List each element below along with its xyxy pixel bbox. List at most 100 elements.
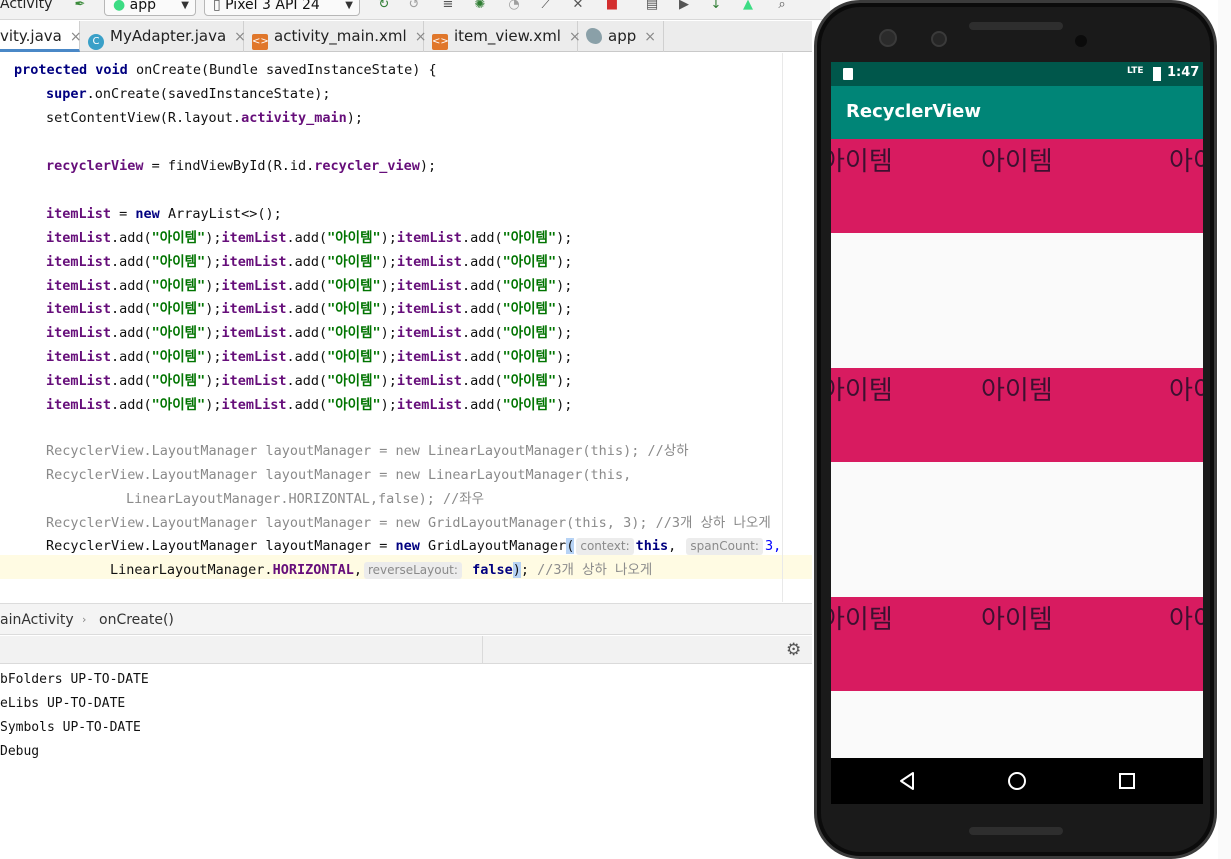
stop-icon[interactable]: ■ [604, 0, 620, 13]
battery-icon [1153, 67, 1161, 81]
coverage-icon[interactable]: ✕ [570, 0, 586, 13]
logcat-icon[interactable]: ≡ [440, 0, 456, 13]
code-line: setContentView(R.layout.activity_main); [46, 110, 364, 126]
tab-myadapter-java[interactable]: C MyAdapter.java × [80, 21, 246, 52]
code-line-itemlist-add: itemList.add("아이템");itemList.add("아이템");… [46, 253, 573, 270]
tab-app-gradle[interactable]: app × [578, 21, 664, 52]
home-icon[interactable] [1006, 770, 1028, 792]
code-line-commented: LinearLayoutManager.HORIZONTAL,false); /… [126, 491, 485, 507]
close-icon[interactable]: × [644, 29, 656, 45]
android-robot-icon[interactable]: ▲ [740, 0, 756, 13]
navigation-bar [831, 758, 1203, 804]
xml-layout-icon: <> [252, 34, 269, 50]
code-line-commented: RecyclerView.LayoutManager layoutManager… [46, 467, 632, 483]
param-hint-context: context: [576, 538, 634, 555]
status-bar: LTE 1:47 [831, 62, 1203, 86]
emulator-device-frame: LTE 1:47 RecyclerView 아이템아이템아이템아이템아이템아이템… [814, 0, 1217, 859]
attach-debugger-icon[interactable]: ⟋ [538, 0, 554, 13]
list-item[interactable]: 아이템 [831, 599, 893, 636]
earpiece-speaker [969, 22, 1063, 30]
list-item[interactable]: 아이템 [981, 370, 1053, 407]
sync-project-icon[interactable]: ▤ [644, 0, 660, 13]
list-item[interactable]: 아이템 [1169, 599, 1203, 636]
code-line: recyclerView = findViewById(R.id.recycle… [46, 158, 437, 174]
code-editor[interactable]: protected void onCreate(Bundle savedInst… [0, 53, 812, 602]
breadcrumb: ainActivity › onCreate() [0, 603, 812, 635]
grid-row: 아이템 아이템 아이템 [831, 368, 1203, 462]
apply-changes-icon[interactable]: ↻ [376, 0, 392, 13]
chevron-right-icon: › [82, 613, 87, 626]
sd-card-icon [843, 68, 853, 80]
code-line: itemList = new ArrayList<>(); [46, 206, 282, 222]
code-line-active: LinearLayoutManager.HORIZONTAL, reverseLa… [110, 562, 653, 579]
code-line: super.onCreate(savedInstanceState); [46, 86, 331, 102]
console-line: bFolders UP-TO-DATE [0, 672, 149, 687]
list-item[interactable]: 아이템 [981, 141, 1053, 178]
profile-icon[interactable]: ◔ [506, 0, 522, 13]
build-hammer-icon[interactable]: ✒ [72, 0, 88, 13]
gear-icon[interactable]: ⚙ [786, 640, 801, 660]
list-item[interactable]: 아이템 [831, 141, 893, 178]
list-item[interactable]: 아이템 [1169, 141, 1203, 178]
list-item[interactable]: 아이템 [831, 370, 893, 407]
avd-manager-icon[interactable]: ▶ [676, 0, 692, 13]
build-panel-header: ⚙ [0, 636, 812, 664]
panel-divider [482, 636, 483, 664]
app-bar: RecyclerView [831, 86, 1203, 139]
console-line: Symbols UP-TO-DATE [0, 720, 141, 735]
code-line-commented: RecyclerView.LayoutManager layoutManager… [46, 443, 689, 459]
recent-apps-icon[interactable] [1116, 770, 1138, 792]
proximity-sensor-icon [1075, 35, 1087, 47]
code-line-itemlist-add: itemList.add("아이템");itemList.add("아이템");… [46, 325, 573, 342]
code-line-commented: RecyclerView.LayoutManager layoutManager… [46, 515, 771, 531]
code-line-itemlist-add: itemList.add("아이템");itemList.add("아이템");… [46, 372, 573, 389]
search-everywhere-icon[interactable]: ⌕ [774, 0, 790, 13]
sensor-icon [931, 31, 947, 47]
list-item[interactable]: 아이템 [1169, 370, 1203, 407]
tab-activity-main-xml[interactable]: <> activity_main.xml × [244, 21, 426, 52]
param-hint-spancount: spanCount: [686, 538, 763, 555]
code-line-itemlist-add: itemList.add("아이템");itemList.add("아이템");… [46, 277, 573, 294]
code-line: protected void onCreate(Bundle savedInst… [14, 62, 437, 78]
ide-right-edge [1218, 0, 1231, 859]
chevron-down-icon: ▼ [181, 0, 189, 11]
console-line: Debug [0, 744, 40, 759]
bottom-speaker [969, 827, 1063, 835]
class-c-icon: C [88, 34, 104, 50]
sdk-manager-icon[interactable]: ↓ [708, 0, 724, 13]
matched-bracket: ( [566, 538, 575, 554]
editor-tabs: vity.java × C MyAdapter.java × <> activity_m… [0, 21, 812, 52]
xml-layout-icon: <> [432, 34, 449, 50]
breadcrumb-method[interactable]: onCreate() [99, 604, 174, 636]
status-clock: 1:47 [1167, 65, 1200, 80]
run-config-label[interactable]: Activity [0, 0, 52, 12]
android-icon: ● [113, 0, 126, 13]
chevron-down-icon: ▼ [345, 0, 353, 11]
apply-code-changes-icon[interactable]: ↺ [406, 0, 422, 13]
network-lte-icon: LTE [1127, 66, 1144, 76]
back-icon[interactable] [897, 770, 919, 792]
device-select[interactable]: ▯ Pixel 3 API 24 ▼ [204, 0, 360, 16]
code-line-itemlist-add: itemList.add("아이템");itemList.add("아이템");… [46, 349, 573, 365]
matched-bracket: ) [512, 562, 521, 578]
console-line: eLibs UP-TO-DATE [0, 696, 126, 711]
android-module-icon [586, 28, 602, 44]
module-select[interactable]: ● app ▼ [104, 0, 196, 16]
code-line-itemlist-add: itemList.add("아이템");itemList.add("아이템");… [46, 301, 573, 318]
emulator-screen[interactable]: LTE 1:47 RecyclerView 아이템아이템아이템아이템아이템아이템… [831, 62, 1203, 804]
tab-item-view-xml[interactable]: <> item_view.xml × [424, 21, 581, 52]
code-line-itemlist-add: itemList.add("아이템");itemList.add("아이템");… [46, 396, 573, 413]
code-line-itemlist-add: itemList.add("아이템");itemList.add("아이템");… [46, 230, 573, 246]
tab-mainactivity-java[interactable]: vity.java × [0, 21, 82, 52]
param-hint-reverselayout: reverseLayout: [363, 562, 462, 579]
debug-icon[interactable]: ✺ [472, 0, 488, 13]
main-toolbar: Activity ✒ ● app ▼ ▯ Pixel 3 API 24 ▼ ↻ … [0, 0, 830, 20]
phone-icon: ▯ [213, 0, 221, 13]
front-camera-icon [879, 29, 897, 47]
build-output-console: bFolders UP-TO-DATE eLibs UP-TO-DATE Sym… [0, 665, 812, 859]
list-item[interactable]: 아이템 [981, 599, 1053, 636]
breadcrumb-class[interactable]: ainActivity [0, 604, 74, 636]
right-margin-guide [782, 53, 783, 602]
grid-row: 아이템 아이템 아이템 [831, 139, 1203, 233]
app-title: RecyclerView [846, 101, 982, 122]
